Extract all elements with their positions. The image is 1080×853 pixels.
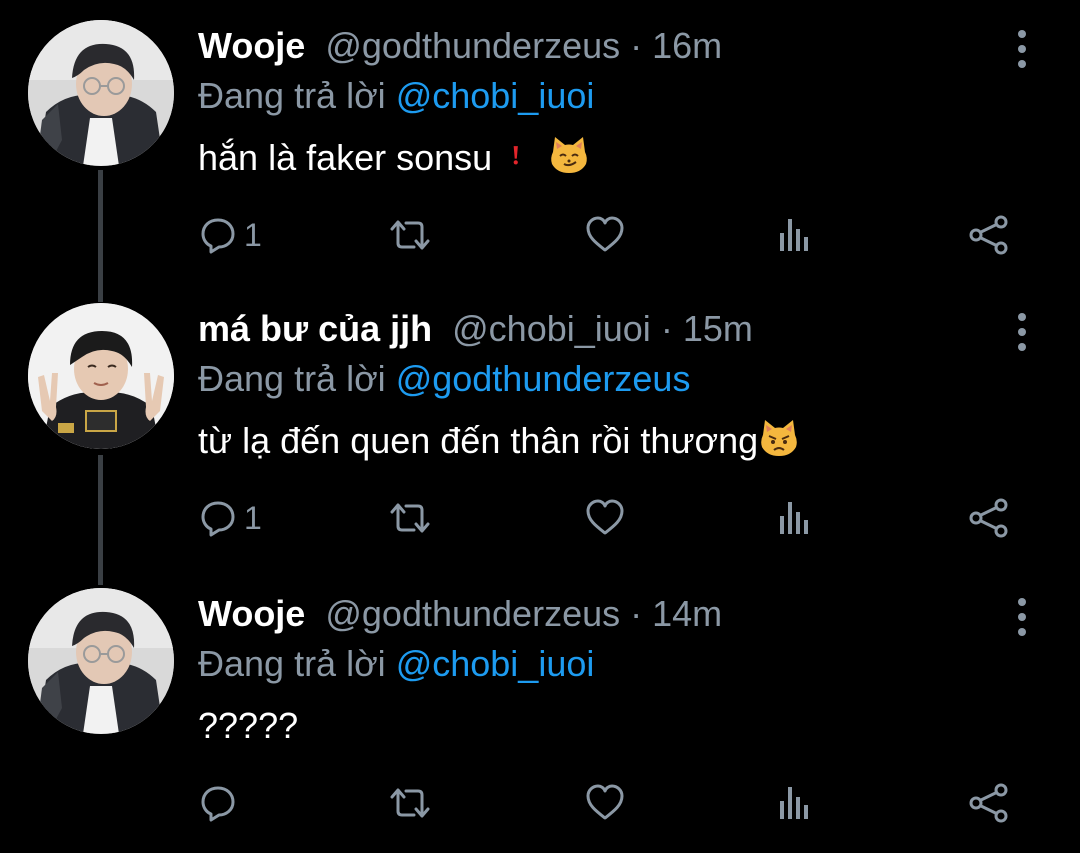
tweet[interactable]: Wooje @godthunderzeus · 14m Đang trả lời…	[0, 568, 1080, 853]
more-options-button[interactable]	[1000, 309, 1044, 357]
tweet-body: từ lạ đến quen đến thân rồi thương	[198, 420, 759, 461]
pouting-cat-emoji	[761, 420, 798, 456]
user-handle[interactable]: @godthunderzeus	[325, 25, 620, 66]
retweet-button[interactable]	[386, 778, 434, 828]
replying-label: Đang trả lời	[198, 643, 396, 684]
analytics-icon	[780, 219, 808, 251]
mention-link[interactable]: @chobi_iuoi	[396, 643, 595, 684]
separator-dot: ·	[620, 25, 653, 66]
reply-button[interactable]: 1	[198, 493, 262, 543]
more-vertical-icon	[1018, 313, 1026, 351]
tweet-actions: 1	[198, 210, 1038, 260]
tweet-header: Wooje @godthunderzeus · 16m	[198, 22, 722, 70]
separator-dot: ·	[650, 308, 683, 349]
wooje-avatar	[28, 588, 174, 734]
views-button[interactable]	[776, 210, 816, 260]
tweet[interactable]: má bư của jjh @chobi_iuoi · 15m Đang trả…	[0, 283, 1080, 568]
separator-dot: ·	[620, 593, 653, 634]
wooje-avatar	[28, 20, 174, 166]
reply-count: 1	[244, 499, 262, 536]
analytics-icon	[780, 787, 808, 819]
share-icon	[969, 783, 1008, 823]
like-button[interactable]	[584, 210, 626, 260]
timestamp[interactable]: 16m	[652, 25, 722, 66]
more-options-button[interactable]	[1000, 26, 1044, 74]
display-name[interactable]: má bư của jjh	[198, 308, 432, 349]
replying-to: Đang trả lời @chobi_iuoi	[198, 72, 594, 120]
retweet-button[interactable]	[386, 493, 434, 543]
tweet-text: ?????	[198, 700, 298, 752]
tweet-actions: 1	[198, 493, 1038, 543]
peace-sign-avatar	[28, 303, 174, 449]
comment-icon	[201, 218, 235, 254]
display-name[interactable]: Wooje	[198, 25, 305, 66]
more-vertical-icon	[1018, 30, 1026, 68]
retweet-button[interactable]	[386, 210, 434, 260]
share-icon	[969, 498, 1008, 538]
tweet-text: từ lạ đến quen đến thân rồi thương	[198, 415, 800, 467]
share-button[interactable]	[968, 493, 1010, 543]
more-vertical-icon	[1018, 598, 1026, 636]
mention-link[interactable]: @godthunderzeus	[396, 358, 691, 399]
like-button[interactable]	[584, 493, 626, 543]
heart-icon	[586, 499, 624, 535]
tweet-body: ?????	[198, 705, 299, 746]
reply-count: 1	[244, 216, 262, 253]
tweet[interactable]: Wooje @godthunderzeus · 16m Đang trả lời…	[0, 0, 1080, 285]
comment-icon	[201, 786, 235, 822]
reply-button[interactable]: 1	[198, 210, 262, 260]
share-button[interactable]	[968, 778, 1010, 828]
smirk-cat-emoji	[551, 137, 588, 173]
retweet-icon	[390, 503, 430, 533]
views-button[interactable]	[776, 493, 816, 543]
retweet-icon	[390, 788, 430, 818]
user-handle[interactable]: @chobi_iuoi	[452, 308, 651, 349]
tweet-body: hắn là faker sonsu	[198, 137, 493, 178]
avatar[interactable]	[28, 588, 174, 734]
share-icon	[969, 215, 1008, 255]
mention-link[interactable]: @chobi_iuoi	[396, 75, 595, 116]
views-button[interactable]	[776, 778, 816, 828]
share-button[interactable]	[968, 210, 1010, 260]
analytics-icon	[780, 502, 808, 534]
heart-icon	[586, 216, 624, 252]
avatar[interactable]	[28, 20, 174, 166]
tweet-header: má bư của jjh @chobi_iuoi · 15m	[198, 305, 753, 353]
timestamp[interactable]: 14m	[652, 593, 722, 634]
timestamp[interactable]: 15m	[683, 308, 753, 349]
replying-label: Đang trả lời	[198, 75, 396, 116]
user-handle[interactable]: @godthunderzeus	[325, 593, 620, 634]
like-button[interactable]	[584, 778, 626, 828]
tweet-text: hắn là faker sonsu	[198, 132, 590, 184]
more-options-button[interactable]	[1000, 594, 1044, 642]
display-name[interactable]: Wooje	[198, 593, 305, 634]
tweet-header: Wooje @godthunderzeus · 14m	[198, 590, 722, 638]
comment-icon	[201, 501, 235, 537]
replying-label: Đang trả lời	[198, 358, 396, 399]
avatar[interactable]	[28, 303, 174, 449]
exclamation-emoji	[513, 146, 519, 165]
replying-to: Đang trả lời @godthunderzeus	[198, 355, 690, 403]
reply-button[interactable]	[198, 778, 244, 828]
tweet-actions	[198, 778, 1038, 828]
replying-to: Đang trả lời @chobi_iuoi	[198, 640, 594, 688]
heart-icon	[586, 784, 624, 820]
retweet-icon	[390, 220, 430, 250]
